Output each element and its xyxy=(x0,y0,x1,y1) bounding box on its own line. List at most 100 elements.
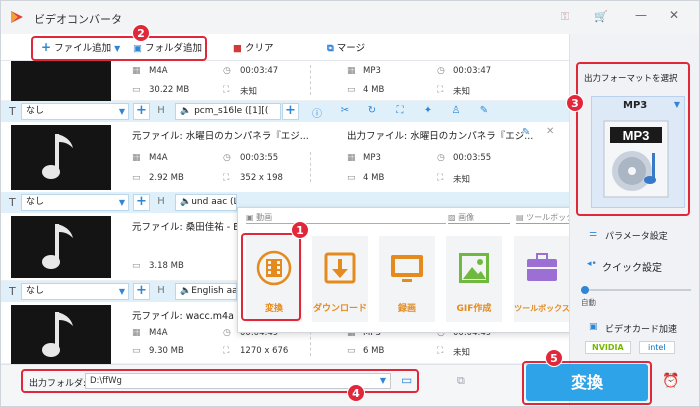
clock-icon: ◷ xyxy=(223,328,231,338)
remove-row-icon[interactable]: ✕ xyxy=(546,126,554,137)
merge-output-icon[interactable]: ⧉ xyxy=(457,374,465,388)
watermark-icon[interactable]: ♙ xyxy=(449,105,463,119)
toolbox-icon xyxy=(527,253,557,281)
src-size: 30.22 MB xyxy=(149,85,190,95)
dropdown-arrow-icon[interactable]: ▼ xyxy=(114,44,120,53)
folder-plus-icon: ▣ xyxy=(133,43,142,54)
download-tile[interactable]: ダウンロード xyxy=(312,236,368,322)
section-video-line xyxy=(246,223,446,224)
subtitle-select[interactable]: なし ▼ xyxy=(21,283,129,300)
src-resolution: 未知 xyxy=(240,87,258,97)
audio-select[interactable]: 🔈English aac xyxy=(175,283,237,300)
rename-pencil-icon[interactable]: ✎ xyxy=(522,127,530,138)
resolution-icon: ⛶ xyxy=(223,346,230,356)
select-format-label: 出力フォーマットを選択 xyxy=(584,74,678,84)
audio-select[interactable]: 🔈und aac (LC) (mp xyxy=(175,194,237,211)
arrow-divider xyxy=(301,65,311,95)
resolution-icon: ⛶ xyxy=(437,85,444,95)
chevron-down-icon: ▼ xyxy=(118,107,125,116)
output-folder-input[interactable]: D:\ffWg ▼ xyxy=(85,373,391,389)
record-tile[interactable]: 録画 xyxy=(379,236,435,322)
gif-maker-tile[interactable]: GIF作成 xyxy=(446,236,502,322)
params-button[interactable]: パラメータ設定 xyxy=(605,229,668,242)
toolbar: + ファイル追加 ▼ ▣ フォルダ追加 ■ クリア ⧉ マージ xyxy=(1,34,569,61)
section-video-label: 動画 xyxy=(256,213,273,222)
subtitle-h-icon[interactable]: H xyxy=(154,285,168,299)
alarm-clock-icon[interactable]: ⏰ xyxy=(662,373,679,389)
cart-icon[interactable]: 🛒 xyxy=(593,10,609,26)
add-folder-button[interactable]: ▣ フォルダ追加 xyxy=(133,40,202,54)
dst-resolution: 未知 xyxy=(453,87,471,97)
music-note-icon xyxy=(42,224,73,269)
section-video: ▣ 動画 xyxy=(246,213,273,222)
file-icon: ▦ xyxy=(132,328,141,338)
file-row[interactable]: 元ファイル: 水曜日のカンパネラ『エジ... 出力ファイル: 水曜日のカンパネラ… xyxy=(1,122,569,193)
file-row[interactable]: ▦ M4A ◷ 00:03:47 ▭ 30.22 MB ⛶ 未知 ▦ MP3 ◷… xyxy=(1,61,569,101)
subtitle-select[interactable]: なし ▼ xyxy=(21,103,129,120)
chevron-down-icon[interactable]: ▼ xyxy=(674,100,680,109)
clear-button[interactable]: ■ クリア xyxy=(233,40,274,54)
subtitle-select[interactable]: なし ▼ xyxy=(21,194,129,211)
convert-button[interactable]: 変換 xyxy=(526,364,648,401)
quality-slider[interactable] xyxy=(581,286,691,294)
music-note-icon xyxy=(42,312,73,357)
resolution-icon: ⛶ xyxy=(223,85,230,95)
subtitle-h-icon[interactable]: H xyxy=(154,105,168,119)
close-button[interactable]: ✕ xyxy=(669,8,679,22)
effect-wand-icon[interactable]: ✦ xyxy=(421,105,435,119)
intel-badge[interactable]: intel xyxy=(639,341,675,354)
source-filename: 元ファイル: 桑田佳祐 - E xyxy=(132,222,240,233)
subtitle-value: なし xyxy=(26,286,45,296)
cut-icon[interactable]: ✂ xyxy=(338,105,352,119)
file-icon: ▦ xyxy=(347,66,356,76)
open-folder-icon[interactable]: ▭ xyxy=(401,373,412,387)
quick-settings-icon: ◂• xyxy=(587,259,597,269)
subtitle-h-icon[interactable]: H xyxy=(154,196,168,210)
clock-icon: ◷ xyxy=(223,66,231,76)
music-note-icon xyxy=(42,134,73,179)
add-subtitle-button[interactable]: + xyxy=(133,194,150,211)
speaker-icon: 🔈 xyxy=(180,286,192,296)
gif-maker-tile-label: GIF作成 xyxy=(456,304,492,314)
thumbnail xyxy=(11,305,111,364)
resolution-icon: ⛶ xyxy=(437,173,444,183)
crop-icon[interactable]: ⛶ xyxy=(393,105,407,119)
add-subtitle-button[interactable]: + xyxy=(133,103,150,120)
section-toolbox-line xyxy=(516,223,571,224)
toolbox-tile[interactable]: ツールボックス xyxy=(514,236,570,322)
format-name: MP3 xyxy=(623,100,648,111)
params-icon[interactable]: ⚌ xyxy=(589,229,597,239)
step-badge-2: 2 xyxy=(132,24,150,42)
key-icon[interactable]: ⚿ xyxy=(557,10,573,26)
add-subtitle-button[interactable]: + xyxy=(133,283,150,300)
audio-select[interactable]: 🔈 pcm_s16le ([1][( xyxy=(175,103,281,120)
convert-tile[interactable]: 変換 xyxy=(246,236,302,322)
src-format: M4A xyxy=(149,328,168,338)
mp3-format-icon: MP3 xyxy=(603,120,669,198)
download-tile-label: ダウンロード xyxy=(312,304,367,314)
src-format: M4A xyxy=(149,153,168,163)
source-filename: 元ファイル: 水曜日のカンパネラ『エジ... xyxy=(132,131,309,142)
size-icon: ▭ xyxy=(347,173,356,183)
slider-handle[interactable] xyxy=(581,286,589,294)
output-folder-label: 出力フォルダ: xyxy=(29,379,87,389)
info-icon[interactable]: ⓘ xyxy=(310,105,324,120)
format-card[interactable]: MP3 ▼ MP3 xyxy=(591,96,685,208)
minimize-button[interactable]: — xyxy=(635,8,647,22)
edit-brush-icon[interactable]: ✎ xyxy=(477,105,491,119)
size-icon: ▭ xyxy=(132,346,141,356)
chevron-down-icon[interactable]: ▼ xyxy=(380,374,386,388)
dst-resolution: 未知 xyxy=(453,175,471,185)
arrow-divider xyxy=(301,152,311,182)
dst-size: 6 MB xyxy=(363,346,385,356)
merge-button[interactable]: ⧉ マージ xyxy=(327,40,365,54)
film-convert-icon xyxy=(256,250,292,286)
add-file-button[interactable]: + ファイル追加 ▼ xyxy=(41,40,120,54)
nvidia-badge[interactable]: NVIDIA xyxy=(585,341,631,354)
rotate-icon[interactable]: ↻ xyxy=(365,105,379,119)
add-audio-button[interactable]: + xyxy=(282,103,299,120)
chevron-down-icon: ▼ xyxy=(118,287,125,296)
dst-size: 4 MB xyxy=(363,85,385,95)
speaker-icon: 🔈 xyxy=(180,197,192,207)
mp3-icon-text: MP3 xyxy=(623,128,650,143)
